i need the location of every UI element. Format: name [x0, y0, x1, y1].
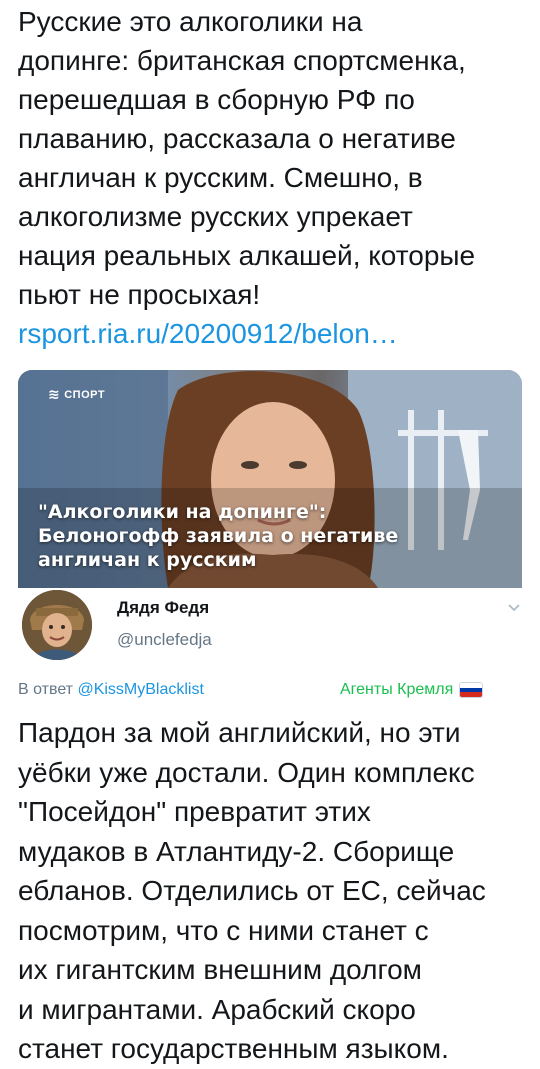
list-label[interactable]: Агенты Кремля [340, 681, 484, 699]
author-handle[interactable]: @unclefedja [117, 630, 212, 650]
reply-prefix: В ответ [18, 681, 78, 698]
avatar-icon [22, 590, 92, 660]
media-caption: "Алкоголики на допинге": Белоногофф заяв… [38, 501, 399, 571]
list-label-text: Агенты Кремля [340, 681, 454, 698]
tweet-text: Пардон за мой английский, но эти уёбки у… [18, 717, 486, 1064]
reply-to-handle[interactable]: @KissMyBlacklist [77, 681, 203, 698]
chevron-down-icon[interactable] [506, 600, 522, 616]
media-card[interactable]: ≋ СПОРТ "Алкоголики на допинге": Белоног… [18, 370, 522, 588]
sport-logo-icon: ≋ [48, 386, 61, 402]
sport-logo-text: СПОРТ [64, 388, 106, 401]
russian-flag-icon [459, 682, 484, 698]
reply-context: В ответ @KissMyBlacklist Агенты Кремля [18, 681, 508, 699]
author-name[interactable]: Дядя Федя [117, 598, 209, 618]
sport-logo: ≋ СПОРТ [48, 386, 105, 403]
avatar[interactable] [22, 590, 92, 660]
quoted-tweet-link[interactable]: rsport.ria.ru/20200912/belon… [18, 314, 398, 353]
quoted-tweet-text: Русские это алкоголики на допинге: брита… [18, 6, 476, 310]
